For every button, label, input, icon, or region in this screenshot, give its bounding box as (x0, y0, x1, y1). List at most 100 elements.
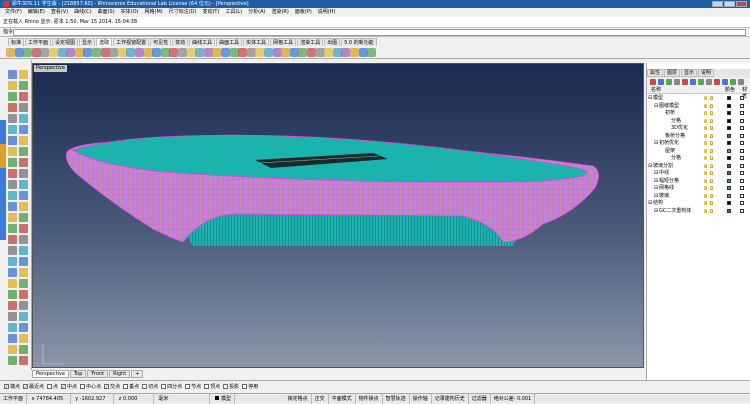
osnap-option[interactable]: 顶点 (204, 381, 220, 393)
tool-icon[interactable] (8, 70, 17, 79)
layer-row[interactable]: 屋架 (647, 148, 750, 154)
lock-icon[interactable] (710, 141, 713, 145)
tool-icon[interactable] (8, 290, 17, 299)
toolbar-tab[interactable]: 工作平面 (25, 38, 52, 46)
tool-icon[interactable] (19, 334, 28, 343)
layer-tool-icon[interactable] (738, 79, 744, 85)
toolbar-tool-icon[interactable] (281, 48, 291, 57)
lock-icon[interactable] (710, 133, 713, 138)
osnap-checkbox[interactable] (80, 384, 86, 389)
layer-color-swatch[interactable] (727, 193, 731, 198)
osnap-option[interactable]: ✓ 中点 (61, 381, 77, 393)
tool-icon[interactable] (19, 246, 28, 255)
layer-tool-icon[interactable] (722, 79, 728, 85)
tool-icon[interactable] (8, 246, 17, 255)
layer-row[interactable]: 3D优化 (647, 125, 750, 131)
viewport-tab[interactable]: Top (69, 370, 87, 378)
menu-item[interactable]: 实体(O) (121, 9, 139, 15)
tool-icon[interactable] (19, 323, 28, 332)
toolbar-tab[interactable]: 渲染工具 (297, 38, 324, 46)
toolbar-tool-icon[interactable] (178, 48, 187, 57)
layer-tool-icon[interactable] (714, 79, 720, 85)
menu-item[interactable]: 曲面(S) (98, 9, 115, 15)
toolbar-tool-icon[interactable] (195, 48, 205, 57)
layer-tool-icon[interactable] (706, 79, 712, 85)
layer-material-swatch[interactable] (740, 201, 744, 205)
tool-icon[interactable] (8, 92, 17, 101)
menu-item[interactable]: 工具(L) (225, 9, 242, 15)
layer-material-swatch[interactable] (740, 178, 744, 183)
layer-row[interactable]: 幅短分格 ⊟ (647, 178, 750, 184)
visibility-bulb-icon[interactable] (704, 201, 707, 205)
layer-material-swatch[interactable] (740, 208, 744, 213)
toolbar-tab[interactable]: 出图 (324, 38, 341, 46)
osnap-checkbox[interactable] (161, 384, 167, 389)
toolbar-tab[interactable]: 标准 (8, 38, 25, 46)
layer-material-swatch[interactable] (740, 171, 744, 175)
menu-item[interactable]: 渲染(R) (271, 9, 288, 15)
lock-icon[interactable] (710, 186, 713, 190)
layer-material-swatch[interactable] (740, 148, 744, 153)
layer-row[interactable]: 板桥分格 (647, 133, 750, 139)
tool-icon[interactable] (19, 235, 28, 244)
tool-icon[interactable] (8, 136, 17, 145)
layer-row[interactable]: GC二次重构体 ⊟ (647, 208, 750, 214)
tool-icon[interactable] (19, 92, 28, 101)
toolbar-tab[interactable]: 5.0 的新功能 (341, 38, 377, 46)
lock-icon[interactable] (710, 201, 713, 205)
tool-icon[interactable] (19, 345, 28, 354)
osnap-checkbox[interactable]: ✓ (23, 384, 29, 389)
visibility-bulb-icon[interactable] (704, 193, 707, 198)
expand-icon[interactable]: ⊟ (648, 200, 652, 206)
layer-row[interactable]: 分格 (647, 155, 750, 161)
osnap-option[interactable]: 切点 (142, 381, 158, 393)
toolbar-tool-icon[interactable] (6, 48, 15, 57)
panel-tab[interactable]: 说明 (698, 69, 715, 77)
tool-icon[interactable] (19, 290, 28, 299)
layer-tool-icon[interactable] (658, 79, 664, 85)
lock-icon[interactable] (710, 171, 713, 175)
layer-color-swatch[interactable] (727, 186, 731, 190)
toolbar-tab[interactable]: 曲面工具 (216, 38, 243, 46)
visibility-bulb-icon[interactable] (704, 163, 707, 168)
layer-color-swatch[interactable] (727, 201, 731, 205)
tool-icon[interactable] (19, 114, 28, 123)
layer-color-swatch[interactable] (727, 126, 731, 130)
tool-icon[interactable] (19, 125, 28, 134)
close-button[interactable] (736, 1, 747, 7)
layer-color-swatch[interactable] (727, 96, 731, 100)
layer-color-swatch[interactable] (727, 141, 731, 145)
viewport-tab[interactable]: Right (109, 370, 131, 378)
osnap-option[interactable]: 中心点 (80, 381, 101, 393)
osnap-checkbox[interactable] (242, 384, 248, 389)
menu-item[interactable]: 编辑(E) (28, 9, 45, 15)
tool-icon[interactable] (19, 180, 28, 189)
osnap-option[interactable]: ✓ 端点 (4, 381, 20, 393)
layer-row[interactable]: 分格 (647, 118, 750, 124)
expand-icon[interactable]: ⊟ (654, 178, 658, 184)
maximize-button[interactable] (724, 1, 735, 7)
visibility-bulb-icon[interactable] (704, 111, 707, 115)
layer-color-swatch[interactable] (727, 163, 731, 168)
visibility-bulb-icon[interactable] (704, 118, 707, 123)
tool-icon[interactable] (19, 213, 28, 222)
visibility-bulb-icon[interactable] (704, 156, 707, 160)
toolbar-tool-icon[interactable] (66, 48, 76, 57)
tool-icon[interactable] (8, 114, 17, 123)
expand-icon[interactable]: ⊟ (648, 95, 652, 101)
lock-icon[interactable] (710, 118, 713, 123)
layer-material-swatch[interactable] (740, 141, 744, 145)
osnap-checkbox[interactable] (47, 384, 53, 389)
tool-icon[interactable] (19, 158, 28, 167)
visibility-bulb-icon[interactable] (704, 148, 707, 153)
expand-icon[interactable]: ⊟ (654, 193, 658, 199)
layer-color-swatch[interactable] (727, 208, 731, 213)
osnap-checkbox[interactable] (204, 384, 210, 389)
visibility-bulb-icon[interactable] (704, 178, 707, 183)
tool-icon[interactable] (8, 235, 17, 244)
osnap-option[interactable]: ✓ 交点 (104, 381, 120, 393)
layer-color-swatch[interactable] (727, 133, 731, 138)
layer-color-swatch[interactable] (727, 178, 731, 183)
toolbar-tab[interactable]: 实体工具 (243, 38, 270, 46)
tool-icon[interactable] (19, 70, 28, 79)
